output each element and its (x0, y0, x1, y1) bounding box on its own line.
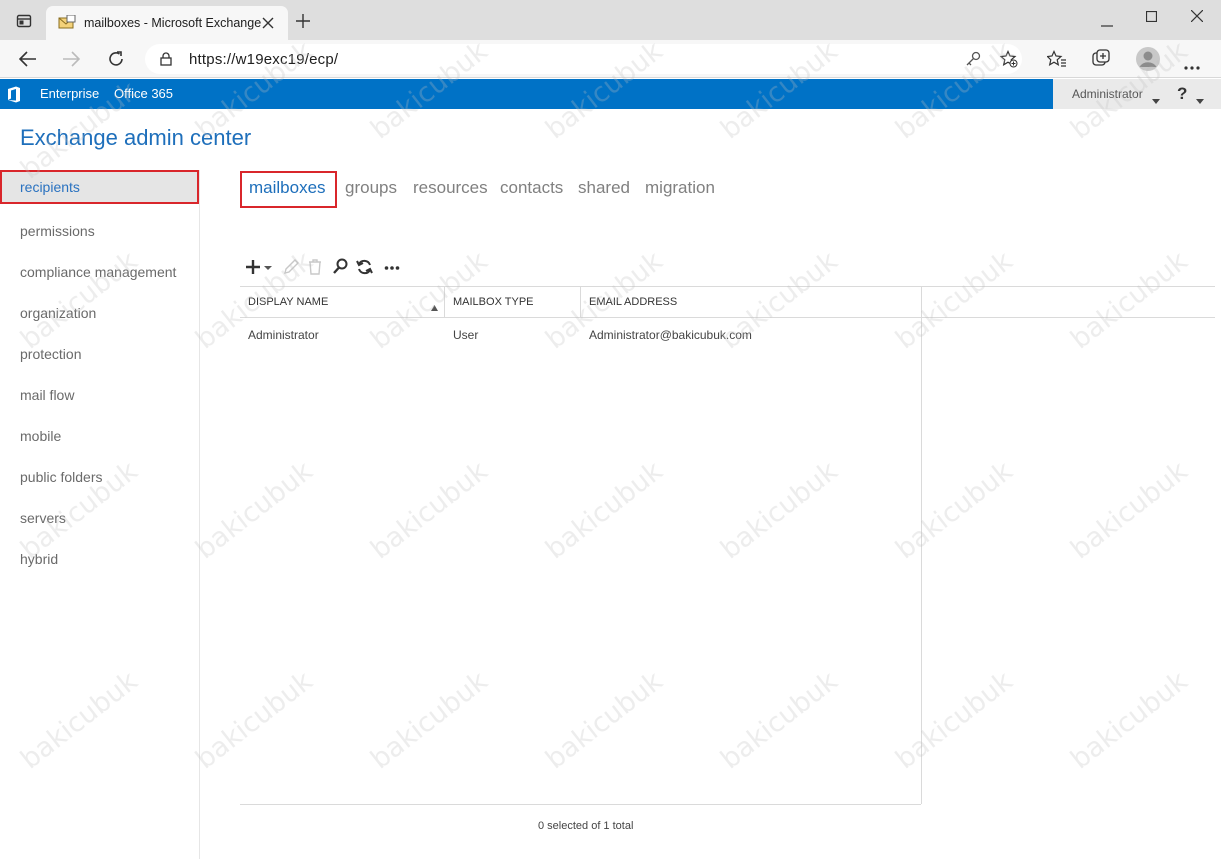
sort-ascending-icon[interactable] (431, 298, 438, 316)
close-window-icon[interactable] (1190, 9, 1204, 27)
browser-toolbar: https://w19exc19/ecp/ (0, 40, 1221, 78)
edit-icon[interactable] (282, 258, 300, 276)
ecp-top-bar: Enterprise Office 365 Administrator ? (0, 79, 1221, 117)
exchange-favicon-icon (58, 14, 76, 36)
address-bar[interactable]: https://w19exc19/ecp/ (145, 44, 1022, 74)
favorites-icon[interactable] (1046, 50, 1067, 73)
user-menu-chevron-icon[interactable] (1152, 91, 1160, 109)
tab-groups[interactable]: groups (345, 178, 397, 198)
user-menu[interactable]: Administrator (1072, 87, 1143, 101)
search-icon[interactable] (332, 258, 348, 276)
col-divider (580, 286, 581, 317)
column-header-email-address[interactable]: EMAIL ADDRESS (589, 296, 677, 308)
lock-icon[interactable] (160, 52, 172, 71)
column-header-mailbox-type[interactable]: MAILBOX TYPE (453, 296, 534, 308)
browser-tab-bar: mailboxes - Microsoft Exchange (0, 0, 1221, 40)
refresh-icon[interactable] (107, 50, 125, 73)
app-title: Exchange admin center (20, 125, 252, 150)
tab-shared[interactable]: shared (578, 178, 630, 198)
column-header-display-name[interactable]: DISPLAY NAME (248, 296, 328, 308)
col-divider (444, 286, 445, 317)
tab-resources[interactable]: resources (413, 178, 488, 198)
left-navigation: recipients permissions compliance manage… (0, 170, 200, 859)
settings-more-icon[interactable] (1184, 57, 1200, 75)
topbar-user-area: Administrator ? (1053, 79, 1221, 109)
cell-mailbox-type: User (453, 328, 479, 342)
url-text[interactable]: https://w19exc19/ecp/ (189, 51, 338, 68)
nav-item-compliance-management[interactable]: compliance management (0, 255, 199, 289)
tab-close-icon[interactable] (262, 16, 274, 34)
active-indicator-icon (64, 104, 74, 122)
add-favorite-icon[interactable] (999, 50, 1018, 73)
new-tab-icon[interactable] (296, 14, 310, 33)
back-icon[interactable] (18, 51, 37, 72)
nav-item-hybrid[interactable]: hybrid (0, 542, 199, 576)
mailbox-list: DISPLAY NAME MAILBOX TYPE EMAIL ADDRESS … (240, 286, 1215, 806)
refresh-list-icon[interactable] (356, 258, 373, 276)
collections-icon[interactable] (1092, 49, 1111, 73)
add-icon[interactable] (245, 258, 273, 276)
nav-item-organization[interactable]: organization (0, 296, 199, 330)
more-options-icon[interactable] (384, 258, 400, 276)
maximize-icon[interactable] (1145, 9, 1158, 27)
topbar-link-enterprise[interactable]: Enterprise (40, 86, 99, 101)
tab-actions-icon[interactable] (16, 13, 32, 29)
selection-status: 0 selected of 1 total (538, 820, 634, 832)
help-chevron-icon[interactable] (1196, 91, 1204, 109)
office-logo-icon (7, 86, 21, 108)
cell-email-address: Administrator@bakicubuk.com (589, 328, 752, 342)
help-icon[interactable]: ? (1177, 84, 1187, 104)
nav-item-permissions[interactable]: permissions (0, 214, 199, 248)
cell-display-name: Administrator (248, 328, 319, 342)
profile-avatar-icon[interactable] (1136, 47, 1160, 76)
minimize-icon[interactable] (1101, 14, 1113, 32)
tab-mailboxes[interactable]: mailboxes (249, 178, 326, 198)
details-pane-divider (921, 286, 922, 804)
topbar-link-office365[interactable]: Office 365 (114, 86, 173, 101)
grid-bottom-border (240, 804, 921, 805)
nav-item-recipients[interactable]: recipients (0, 170, 199, 204)
tab-migration[interactable]: migration (645, 178, 715, 198)
forward-icon[interactable] (62, 51, 81, 72)
grid-header-border (240, 317, 1215, 318)
browser-tab[interactable]: mailboxes - Microsoft Exchange (46, 6, 288, 40)
tab-contacts[interactable]: contacts (500, 178, 563, 198)
nav-item-mail-flow[interactable]: mail flow (0, 378, 199, 412)
nav-item-public-folders[interactable]: public folders (0, 460, 199, 494)
grid-top-border (240, 286, 1215, 287)
key-icon[interactable] (965, 51, 981, 72)
tab-title: mailboxes - Microsoft Exchange (84, 16, 262, 30)
nav-item-protection[interactable]: protection (0, 337, 199, 371)
nav-item-servers[interactable]: servers (0, 501, 199, 535)
table-row[interactable]: Administrator User Administrator@bakicub… (240, 324, 920, 346)
delete-icon[interactable] (307, 258, 323, 276)
nav-item-mobile[interactable]: mobile (0, 419, 199, 453)
